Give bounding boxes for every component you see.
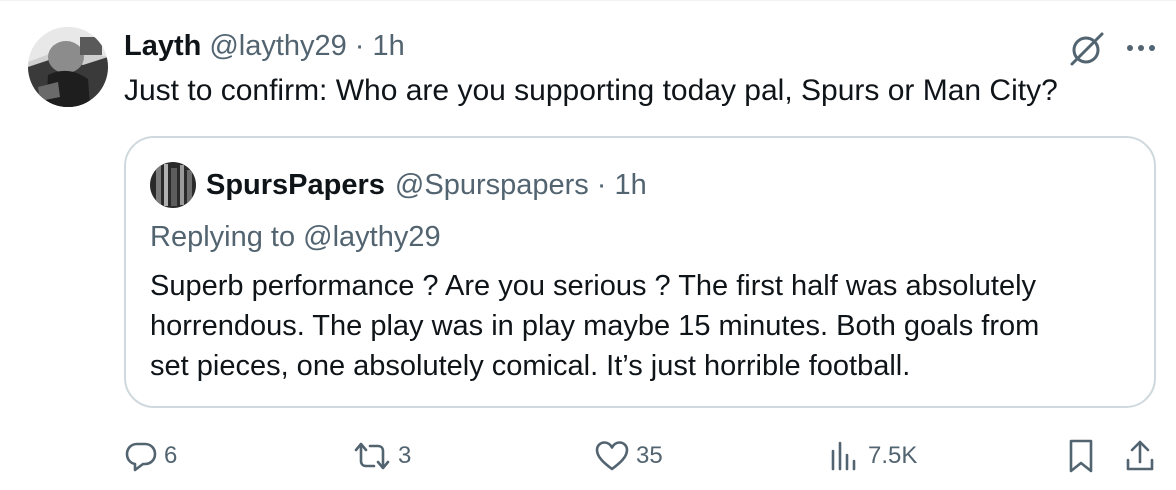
quoted-author-avatar bbox=[150, 162, 196, 208]
share-button[interactable] bbox=[1124, 436, 1156, 476]
quoted-tweet-text: Superb performance ? Are you serious ? T… bbox=[150, 266, 1140, 386]
header-separator: · bbox=[354, 29, 365, 62]
like-button[interactable]: 35 bbox=[594, 436, 663, 476]
bookmark-button[interactable] bbox=[1066, 436, 1096, 476]
repost-icon bbox=[352, 439, 392, 473]
share-icon bbox=[1124, 438, 1156, 474]
reply-icon bbox=[124, 439, 158, 473]
reply-count: 6 bbox=[164, 442, 178, 469]
tweet-text: Just to confirm: Who are you supporting … bbox=[124, 74, 1058, 107]
quoted-text-line: Superb performance ? Are you serious ? T… bbox=[150, 270, 1037, 302]
quoted-author-name: SpursPapers bbox=[206, 168, 385, 201]
views-icon bbox=[828, 439, 862, 473]
repost-count: 3 bbox=[398, 442, 412, 469]
quoted-tweet-header: SpursPapers @Spurspapers · 1h bbox=[206, 166, 647, 204]
quoted-tweet-timestamp: 1h bbox=[614, 168, 647, 201]
replying-to-label: Replying to @laythy29 bbox=[150, 221, 441, 253]
top-divider bbox=[0, 0, 1176, 1]
tweet-header: Layth @laythy29 · 1h bbox=[124, 28, 405, 64]
quoted-header-separator: · bbox=[596, 168, 607, 201]
views-button[interactable]: 7.5K bbox=[828, 436, 917, 476]
like-count: 35 bbox=[636, 442, 663, 469]
author-avatar[interactable] bbox=[28, 27, 108, 107]
quoted-author-handle: @Spurspapers bbox=[394, 168, 589, 201]
author-name[interactable]: Layth bbox=[124, 30, 201, 63]
views-count: 7.5K bbox=[868, 442, 918, 469]
more-icon[interactable] bbox=[1124, 38, 1158, 58]
tweet-timestamp[interactable]: 1h bbox=[372, 30, 404, 63]
quoted-text-line: set pieces, one absolutely comical. It’s… bbox=[150, 350, 911, 382]
grok-icon[interactable] bbox=[1068, 30, 1106, 68]
action-bar: 6 3 35 7.5K bbox=[0, 436, 1176, 480]
quoted-text-line: horrendous. The play was in play maybe 1… bbox=[150, 310, 1040, 342]
heart-icon bbox=[594, 439, 630, 473]
quoted-tweet-card[interactable]: SpursPapers @Spurspapers · 1h Replying t… bbox=[124, 136, 1156, 408]
reply-button[interactable]: 6 bbox=[124, 436, 177, 476]
bookmark-icon bbox=[1066, 438, 1096, 474]
repost-button[interactable]: 3 bbox=[352, 436, 411, 476]
author-handle[interactable]: @laythy29 bbox=[209, 30, 346, 63]
